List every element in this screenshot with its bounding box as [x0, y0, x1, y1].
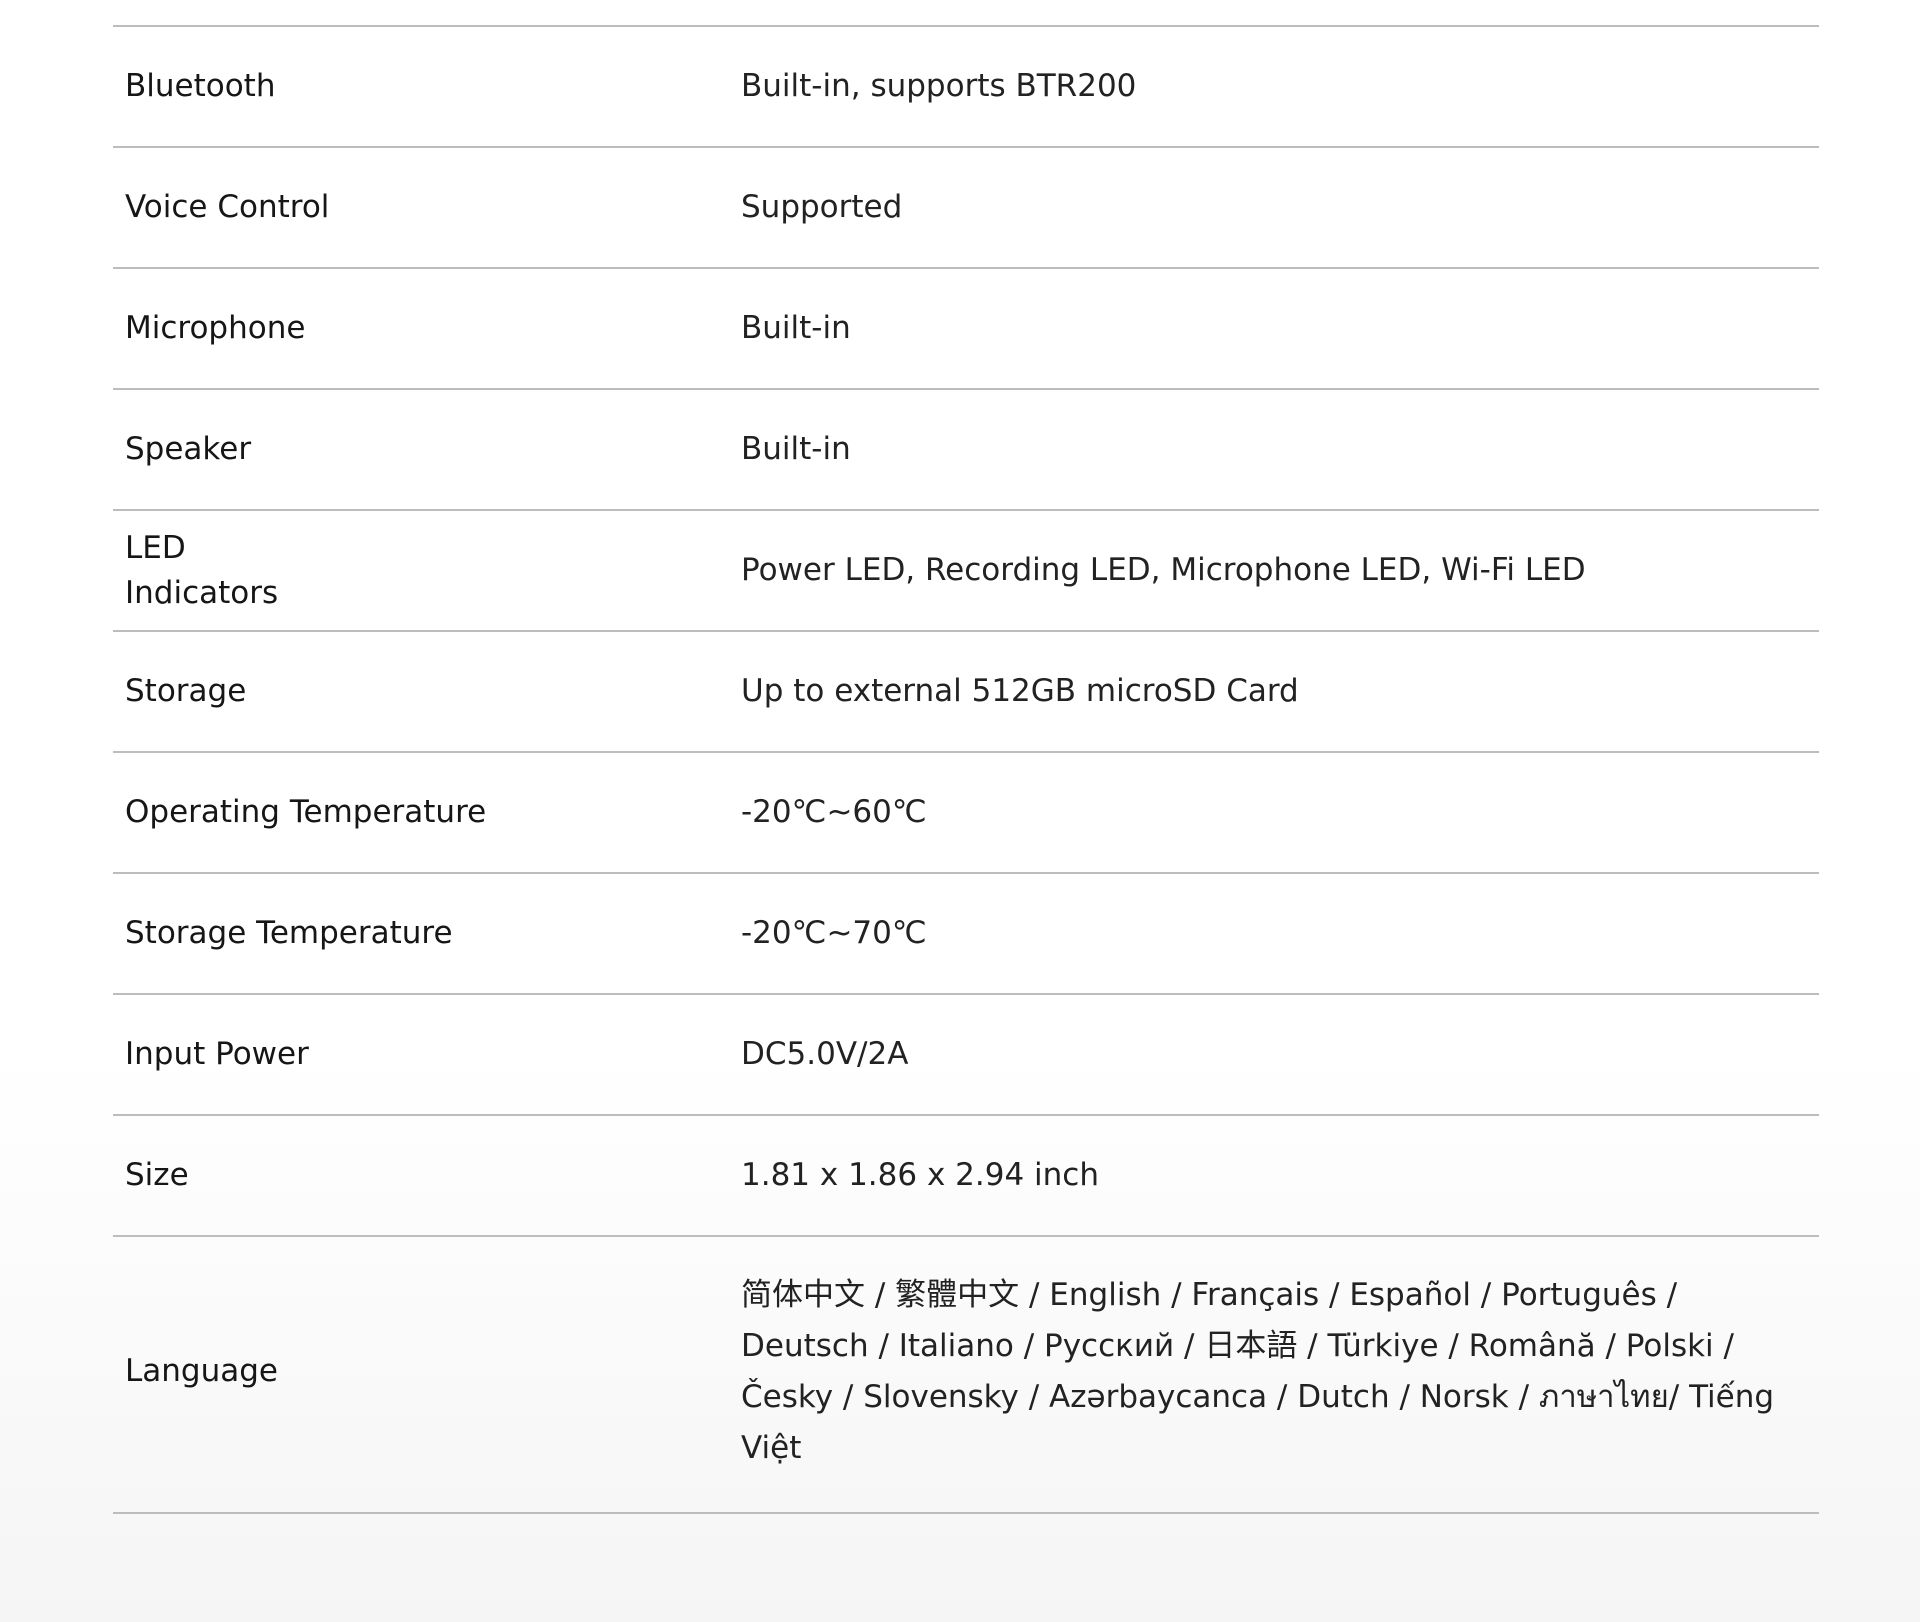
spec-value: 简体中文 / 繁體中文 / English / Français / Españ… — [741, 1276, 1775, 1466]
spec-label: Microphone — [125, 310, 306, 346]
spec-row-voice-control: Voice Control Supported — [113, 148, 1819, 269]
spec-row-language: Language 简体中文 / 繁體中文 / English / Françai… — [113, 1237, 1819, 1514]
spec-row-led-indicators: LED Indicators Power LED, Recording LED,… — [113, 511, 1819, 632]
spec-row-operating-temperature: Operating Temperature -20℃~60℃ — [113, 753, 1819, 874]
spec-label: Operating Temperature — [125, 794, 487, 830]
spec-row-storage-temperature: Storage Temperature -20℃~70℃ — [113, 874, 1819, 995]
spec-value: Up to external 512GB microSD Card — [741, 673, 1299, 709]
spec-label-wrapper: LED Indicators — [113, 526, 741, 616]
spec-row-microphone: Microphone Built-in — [113, 269, 1819, 390]
spec-label: Storage Temperature — [125, 915, 453, 951]
spec-label: Storage — [125, 673, 247, 709]
spec-value: Power LED, Recording LED, Microphone LED… — [741, 552, 1586, 588]
spec-label: Input Power — [125, 1036, 309, 1072]
spec-label: Size — [125, 1157, 189, 1193]
spec-label: Bluetooth — [125, 68, 276, 104]
spec-label: LED Indicators — [125, 529, 279, 611]
spec-value: -20℃~70℃ — [741, 915, 927, 951]
spec-row-size: Size 1.81 x 1.86 x 2.94 inch — [113, 1116, 1819, 1237]
spec-value: 1.81 x 1.86 x 2.94 inch — [741, 1157, 1099, 1193]
spec-table: Bluetooth Built-in, supports BTR200 Voic… — [113, 25, 1819, 1514]
spec-label: Language — [125, 1353, 278, 1389]
spec-value: -20℃~60℃ — [741, 794, 927, 830]
spec-value: DC5.0V/2A — [741, 1036, 909, 1072]
spec-label: Speaker — [125, 431, 252, 467]
spec-row-input-power: Input Power DC5.0V/2A — [113, 995, 1819, 1116]
spec-value: Supported — [741, 189, 903, 225]
spec-row-speaker: Speaker Built-in — [113, 390, 1819, 511]
spec-row-storage: Storage Up to external 512GB microSD Car… — [113, 632, 1819, 753]
spec-value: Built-in — [741, 431, 851, 467]
spec-row-bluetooth: Bluetooth Built-in, supports BTR200 — [113, 27, 1819, 148]
spec-value: Built-in — [741, 310, 851, 346]
spec-label: Voice Control — [125, 189, 330, 225]
spec-value: Built-in, supports BTR200 — [741, 68, 1137, 104]
